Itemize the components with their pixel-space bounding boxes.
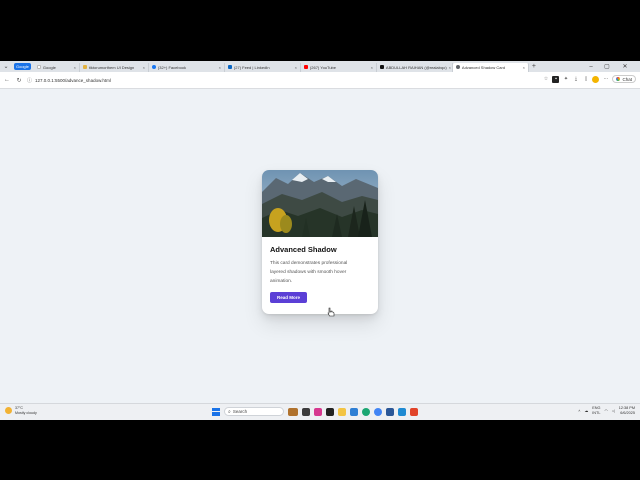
- hand-pointer-cursor-icon: [327, 307, 335, 317]
- google-tab-button[interactable]: Google: [14, 63, 31, 70]
- clock-date: 6/6/2025: [620, 410, 635, 415]
- tab-strip: ⌄ Google Google × tiktorumorthem UI Desi…: [0, 61, 640, 72]
- site-favicon-icon: [82, 65, 87, 69]
- clock[interactable]: 12:38 PM 6/6/2025: [619, 406, 635, 415]
- extension-icon[interactable]: ▪: [552, 75, 560, 83]
- close-icon[interactable]: ×: [447, 65, 451, 70]
- terminal-icon[interactable]: [326, 407, 334, 416]
- reload-icon[interactable]: ↻: [14, 75, 24, 85]
- search-icon: ⌕: [228, 408, 231, 415]
- task-view-icon[interactable]: [302, 407, 310, 416]
- weather-desc: Mostly cloudy: [15, 410, 37, 415]
- tab-advanced-shadow[interactable]: Advanced Shadow Card ×: [452, 62, 529, 72]
- close-icon[interactable]: ×: [217, 65, 221, 70]
- store-icon[interactable]: [314, 407, 322, 416]
- volume-icon[interactable]: ◁: [612, 408, 615, 413]
- tab-label: Google: [42, 64, 56, 70]
- tab-linkedin[interactable]: (27) Feed | LinkedIn ×: [225, 62, 301, 72]
- tab-search-chevron-icon[interactable]: ⌄: [0, 61, 12, 72]
- edge-icon[interactable]: [362, 407, 370, 416]
- sidebar-icon[interactable]: ▯: [582, 76, 589, 83]
- screen: ⌄ Google Google × tiktorumorthem UI Desi…: [0, 61, 640, 420]
- back-arrow-icon[interactable]: ←: [2, 75, 12, 85]
- tab-label: ABDULLAH RAIHAN (@realabqo): [385, 64, 447, 70]
- puzzle-extensions-icon[interactable]: ✦: [562, 76, 569, 83]
- globe-favicon-icon: [455, 65, 460, 69]
- tab-label: (27) Feed | LinkedIn: [233, 64, 270, 70]
- taskbar-apps: ⌕ Search: [212, 407, 418, 416]
- site-info-icon[interactable]: ⓘ: [27, 77, 32, 84]
- vscode-icon[interactable]: [398, 407, 406, 416]
- tab-label: tiktorumorthem UI Design: [88, 64, 135, 70]
- start-windows-icon[interactable]: [212, 407, 220, 416]
- maximize-icon[interactable]: ▢: [600, 61, 614, 72]
- chat-button[interactable]: Chat: [612, 75, 636, 83]
- tab-ui-design[interactable]: tiktorumorthem UI Design ×: [80, 62, 149, 72]
- mountain-landscape-image: [262, 170, 378, 237]
- facebook-favicon-icon: [151, 65, 156, 69]
- window-close-icon[interactable]: ✕: [618, 61, 632, 72]
- close-icon[interactable]: ×: [293, 65, 297, 70]
- toolbar-icons: ☆ ▪ ✦ ⤓ ▯ ⋯ Chat: [542, 75, 636, 83]
- youtube-favicon-icon: [303, 65, 308, 69]
- weather-sun-icon: [5, 407, 12, 414]
- url-field[interactable]: ⓘ 127.0.0.1:5500/advance_shadow.html: [27, 77, 111, 84]
- weather-widget[interactable]: 37°C Mostly cloudy: [5, 406, 37, 415]
- minimize-icon[interactable]: –: [584, 61, 598, 72]
- google-favicon-icon: [36, 65, 41, 69]
- tab-youtube[interactable]: (267) YouTube ×: [301, 62, 377, 72]
- app-icon[interactable]: [410, 407, 418, 416]
- chrome-icon[interactable]: [374, 407, 382, 416]
- menu-dots-icon[interactable]: ⋯: [602, 76, 609, 83]
- search-placeholder: Search: [232, 409, 248, 414]
- close-icon[interactable]: ×: [72, 65, 76, 70]
- system-tray: ˄ ☁ ENG INTL ◠ ◁ 12:38 PM 6/6/2025: [578, 406, 635, 415]
- tab-google[interactable]: Google ×: [34, 62, 80, 72]
- lang-top: ENG: [592, 406, 601, 410]
- chat-label: Chat: [622, 76, 632, 82]
- word-icon[interactable]: [386, 407, 394, 416]
- wifi-icon[interactable]: ◠: [604, 408, 607, 413]
- downloads-icon[interactable]: ⤓: [572, 76, 579, 83]
- close-icon[interactable]: ×: [141, 65, 145, 70]
- tab-label: Advanced Shadow Card: [461, 64, 506, 70]
- tray-chevron-icon[interactable]: ˄: [578, 409, 580, 413]
- tab-label: (267) YouTube: [309, 64, 337, 70]
- new-tab-plus-icon[interactable]: +: [532, 63, 536, 70]
- file-explorer-icon[interactable]: [338, 407, 346, 416]
- bookmark-star-icon[interactable]: ☆: [542, 76, 549, 83]
- language-indicator[interactable]: ENG INTL: [592, 406, 600, 415]
- clock-time: 12:38 PM: [618, 406, 635, 410]
- address-bar: ← ↻ ⓘ 127.0.0.1:5500/advance_shadow.html…: [0, 72, 640, 89]
- linkedin-favicon-icon: [227, 65, 232, 69]
- card-description: This card demonstrates professional laye…: [270, 261, 348, 284]
- page-viewport: Advanced Shadow This card demonstrates p…: [0, 89, 640, 403]
- shadow-card[interactable]: Advanced Shadow This card demonstrates p…: [262, 170, 378, 314]
- tab-facebook[interactable]: (32+) Facebook ×: [149, 62, 225, 72]
- lang-bottom: INTL: [592, 410, 601, 415]
- photos-icon[interactable]: [350, 407, 358, 416]
- gemini-icon: [616, 77, 621, 81]
- taskbar: 37°C Mostly cloudy ⌕ Search ˄ ☁ ENG INTL…: [0, 403, 640, 420]
- read-more-button[interactable]: Read More: [270, 292, 308, 303]
- cloud-icon[interactable]: ☁: [584, 408, 588, 413]
- widgets-icon[interactable]: [288, 407, 298, 416]
- card-title: Advanced Shadow: [270, 245, 337, 254]
- close-icon[interactable]: ×: [369, 65, 373, 70]
- profile-avatar-icon[interactable]: [592, 75, 600, 83]
- tab-label: (32+) Facebook: [157, 64, 187, 70]
- url-text: 127.0.0.1:5500/advance_shadow.html: [35, 77, 111, 83]
- x-favicon-icon: [379, 65, 384, 69]
- close-icon[interactable]: ×: [521, 65, 525, 70]
- taskbar-search-input[interactable]: ⌕ Search: [224, 407, 284, 416]
- tab-x-profile[interactable]: ABDULLAH RAIHAN (@realabqo) ×: [377, 62, 453, 72]
